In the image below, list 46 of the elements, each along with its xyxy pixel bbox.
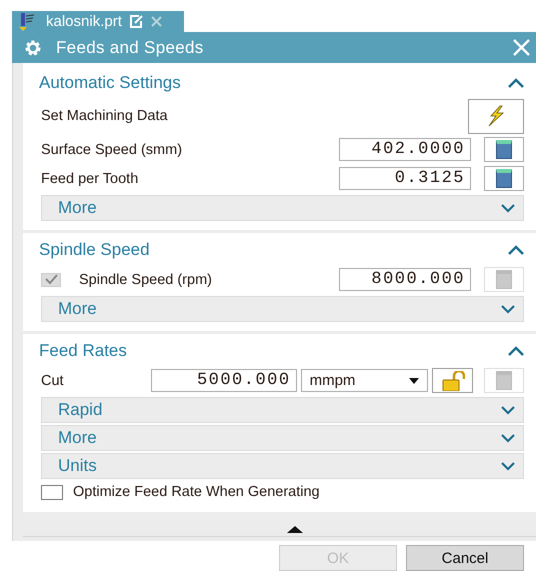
field-label: Cut [41, 372, 65, 388]
collapsed-group-bar[interactable]: More [41, 296, 524, 322]
set-machining-data-button[interactable] [468, 98, 524, 134]
expand-caret-icon [501, 462, 515, 470]
value-field[interactable]: 0.3125 [339, 167, 471, 190]
section-title: Feed Rates [39, 341, 127, 361]
settings-icon [24, 38, 42, 56]
collapsed-group-bar[interactable]: More [41, 195, 524, 221]
field-label: Surface Speed (smm) [41, 142, 184, 158]
calculator-icon [496, 169, 512, 188]
collapse-caret-icon[interactable] [508, 245, 524, 255]
part-file-icon [18, 12, 34, 30]
expand-caret-icon [501, 434, 515, 442]
calculator-button[interactable] [484, 166, 524, 191]
field-label: Set Machining Data [41, 108, 169, 124]
collapse-caret-icon[interactable] [508, 346, 524, 356]
expand-caret-icon [501, 204, 515, 212]
unit-dropdown[interactable]: mmpm [300, 369, 428, 392]
expand-caret-icon [501, 406, 515, 414]
dialog-title: Feeds and Speeds [56, 38, 205, 58]
calculator-icon [496, 270, 512, 289]
collapsed-group-bar[interactable]: Units [41, 453, 524, 479]
calculator-icon [496, 371, 512, 390]
collapsed-group-bar[interactable]: More [41, 425, 524, 451]
cancel-button[interactable]: Cancel [406, 545, 524, 571]
checkbox-label: Optimize Feed Rate When Generating [73, 484, 321, 500]
dropdown-arrow-icon [409, 378, 420, 384]
expand-caret-icon [501, 304, 515, 314]
section-title: Automatic Settings [39, 73, 181, 93]
section-title: Spindle Speed [39, 240, 150, 260]
field-label: Spindle Speed (rpm) [79, 272, 213, 288]
collapse-caret-icon[interactable] [508, 78, 524, 88]
collapsed-group-bar[interactable]: Rapid [41, 397, 524, 423]
collapse-arrow-icon[interactable] [286, 526, 302, 533]
file-tab[interactable]: kalosnik.prt [12, 11, 184, 32]
calculator-icon [496, 140, 512, 159]
lock-button[interactable] [432, 368, 474, 393]
lightning-icon [487, 105, 505, 127]
value-field[interactable]: 402.0000 [339, 138, 471, 161]
value-field[interactable]: 5000.000 [151, 369, 297, 392]
tab-title: kalosnik.prt [46, 13, 122, 30]
padlock-icon [440, 370, 465, 390]
calculator-button[interactable] [484, 137, 524, 162]
edit-icon[interactable] [130, 15, 143, 28]
checkbox[interactable] [41, 484, 63, 500]
field-label: Feed per Tooth [41, 170, 140, 186]
